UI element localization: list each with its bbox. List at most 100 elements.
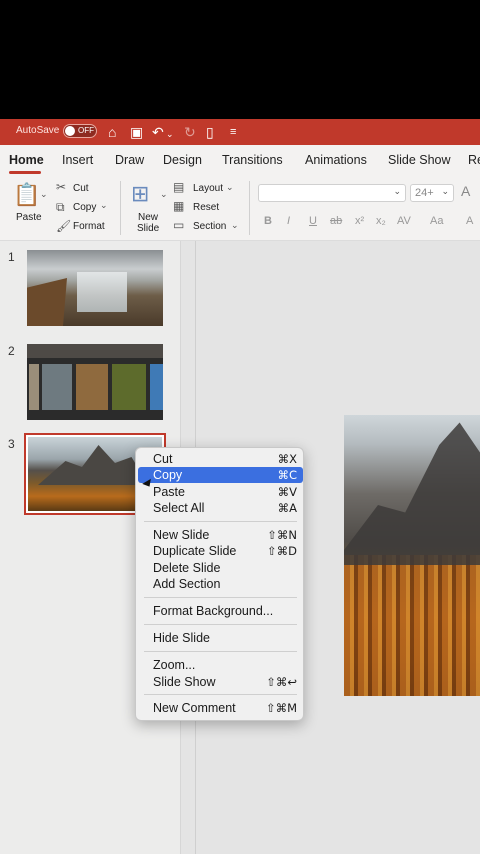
subscript-icon[interactable]: x₂ — [376, 215, 386, 227]
new-slide-label-2[interactable]: Slide — [137, 223, 159, 234]
tab-animations[interactable]: Animations — [305, 153, 367, 167]
menu-item-new-slide[interactable]: New Slide ⇧⌘N — [136, 527, 305, 543]
font-dropdown-icon: ⌄ — [393, 186, 401, 196]
menu-item-label: New Slide — [153, 528, 210, 542]
menu-separator — [144, 624, 297, 625]
section-button[interactable]: Section — [193, 221, 226, 232]
cut-button[interactable]: Cut — [73, 183, 89, 194]
new-document-icon[interactable]: ▯ — [206, 122, 214, 142]
home-icon[interactable]: ⌂ — [108, 122, 116, 142]
thumbnail-image — [112, 364, 146, 410]
menu-item-paste[interactable]: Paste ⌘V — [136, 484, 305, 500]
section-icon[interactable]: ▭ — [173, 218, 184, 232]
toolbar-divider — [249, 181, 250, 235]
menu-item-label: Duplicate Slide — [153, 544, 237, 558]
bold-icon[interactable]: B — [264, 215, 272, 227]
menu-item-shortcut: ⌘C — [277, 468, 297, 482]
format-painter-button[interactable]: Format — [73, 221, 105, 232]
tab-home[interactable]: Home — [9, 153, 44, 167]
new-slide-icon[interactable]: ⊞ — [131, 181, 149, 207]
menu-item-label: Paste — [153, 485, 185, 499]
undo-icon[interactable]: ↶ — [152, 122, 164, 142]
thumbnail-image — [27, 278, 67, 326]
thumbnail-image — [76, 364, 108, 410]
font-size-select[interactable]: 24+ ⌄ — [410, 184, 454, 202]
autosave-toggle[interactable]: OFF — [63, 124, 97, 138]
reset-icon[interactable]: ▦ — [173, 199, 184, 213]
copy-icon[interactable]: ⧉ — [56, 200, 65, 215]
menu-item-label: Zoom... — [153, 658, 196, 672]
thumbnail-image — [29, 364, 39, 410]
new-slide-label-1[interactable]: New — [138, 212, 158, 223]
underline-icon[interactable]: U — [309, 215, 317, 227]
autosave-state: OFF — [78, 126, 94, 135]
menu-item-duplicate-slide[interactable]: Duplicate Slide ⇧⌘D — [136, 543, 305, 559]
thumbnail-image — [150, 364, 163, 410]
undo-dropdown-icon[interactable]: ⌄ — [166, 124, 174, 144]
paste-icon[interactable]: 📋 — [13, 182, 40, 208]
menu-item-label: Cut — [153, 452, 173, 466]
paste-dropdown-icon[interactable]: ⌄ — [40, 189, 48, 200]
menu-item-label: Add Section — [153, 577, 221, 591]
menu-item-delete-slide[interactable]: Delete Slide — [136, 560, 305, 576]
character-spacing-icon[interactable]: AV — [397, 215, 411, 227]
save-icon[interactable]: ▣ — [130, 122, 143, 142]
menu-item-zoom[interactable]: Zoom... — [136, 657, 305, 673]
slide-image-mountain — [344, 422, 480, 565]
menu-separator — [144, 694, 297, 695]
home-toolbar: 📋 ⌄ Paste ✂ Cut ⧉ Copy ⌄ 🖌 Format ⊞ ⌄ Ne… — [0, 175, 480, 241]
menu-item-copy[interactable]: Copy ⌘C — [138, 467, 303, 483]
thumbnail-header — [27, 344, 163, 358]
menu-separator — [144, 521, 297, 522]
slide-number: 3 — [8, 437, 15, 451]
tab-draw[interactable]: Draw — [115, 153, 144, 167]
layout-dropdown-icon[interactable]: ⌄ — [226, 182, 234, 193]
thumbnail-image — [77, 272, 127, 312]
tab-review[interactable]: Re — [468, 153, 480, 167]
reset-button[interactable]: Reset — [193, 202, 219, 213]
redo-icon[interactable]: ↻ — [184, 122, 196, 142]
menu-item-label: Select All — [153, 501, 205, 515]
thumbnail-image — [42, 364, 72, 410]
layout-button[interactable]: Layout — [193, 183, 223, 194]
font-size-value: 24+ — [415, 187, 434, 199]
paste-button[interactable]: Paste — [16, 212, 42, 223]
current-slide[interactable] — [344, 415, 480, 696]
increase-font-size-icon[interactable]: A — [461, 183, 470, 199]
customize-toolbar-icon[interactable]: ≡ — [230, 122, 236, 142]
menu-item-select-all[interactable]: Select All ⌘A — [136, 500, 305, 516]
menu-item-shortcut: ⌘V — [277, 485, 297, 499]
font-name-select[interactable]: ⌄ — [258, 184, 406, 202]
menu-item-cut[interactable]: Cut ⌘X — [136, 451, 305, 467]
copy-button[interactable]: Copy — [73, 202, 96, 213]
menu-item-label: Delete Slide — [153, 561, 221, 575]
menu-item-add-section[interactable]: Add Section — [136, 576, 305, 592]
tab-insert[interactable]: Insert — [62, 153, 93, 167]
slide-thumbnail-2[interactable] — [27, 344, 163, 420]
tab-design[interactable]: Design — [163, 153, 202, 167]
format-painter-icon[interactable]: 🖌 — [56, 219, 71, 233]
menu-item-shortcut: ⌘A — [277, 501, 297, 515]
italic-icon[interactable]: I — [287, 215, 290, 227]
menu-item-label: Hide Slide — [153, 631, 210, 645]
menu-item-shortcut: ⌘X — [277, 452, 297, 466]
font-size-dropdown-icon: ⌄ — [441, 186, 449, 196]
layout-icon[interactable]: ▤ — [173, 180, 184, 194]
menu-item-shortcut: ⇧⌘D — [267, 544, 297, 558]
menu-item-slide-show[interactable]: Slide Show ⇧⌘↩ — [136, 674, 305, 690]
slide-thumbnail-1[interactable] — [27, 250, 163, 326]
menu-item-hide-slide[interactable]: Hide Slide — [136, 630, 305, 646]
tab-transitions[interactable]: Transitions — [222, 153, 283, 167]
cut-icon[interactable]: ✂ — [56, 180, 66, 194]
change-case-icon[interactable]: Aa — [430, 215, 443, 227]
menu-item-format-background[interactable]: Format Background... — [136, 603, 305, 619]
slide-number: 2 — [8, 344, 15, 358]
strikethrough-icon[interactable]: ab — [330, 215, 342, 227]
copy-dropdown-icon[interactable]: ⌄ — [100, 200, 108, 211]
menu-item-new-comment[interactable]: New Comment ⇧⌘M — [136, 700, 305, 716]
tab-slide-show[interactable]: Slide Show — [388, 153, 451, 167]
superscript-icon[interactable]: x² — [355, 215, 364, 227]
new-slide-dropdown-icon[interactable]: ⌄ — [160, 189, 168, 200]
clear-formatting-icon[interactable]: A — [466, 215, 473, 227]
section-dropdown-icon[interactable]: ⌄ — [231, 220, 239, 231]
